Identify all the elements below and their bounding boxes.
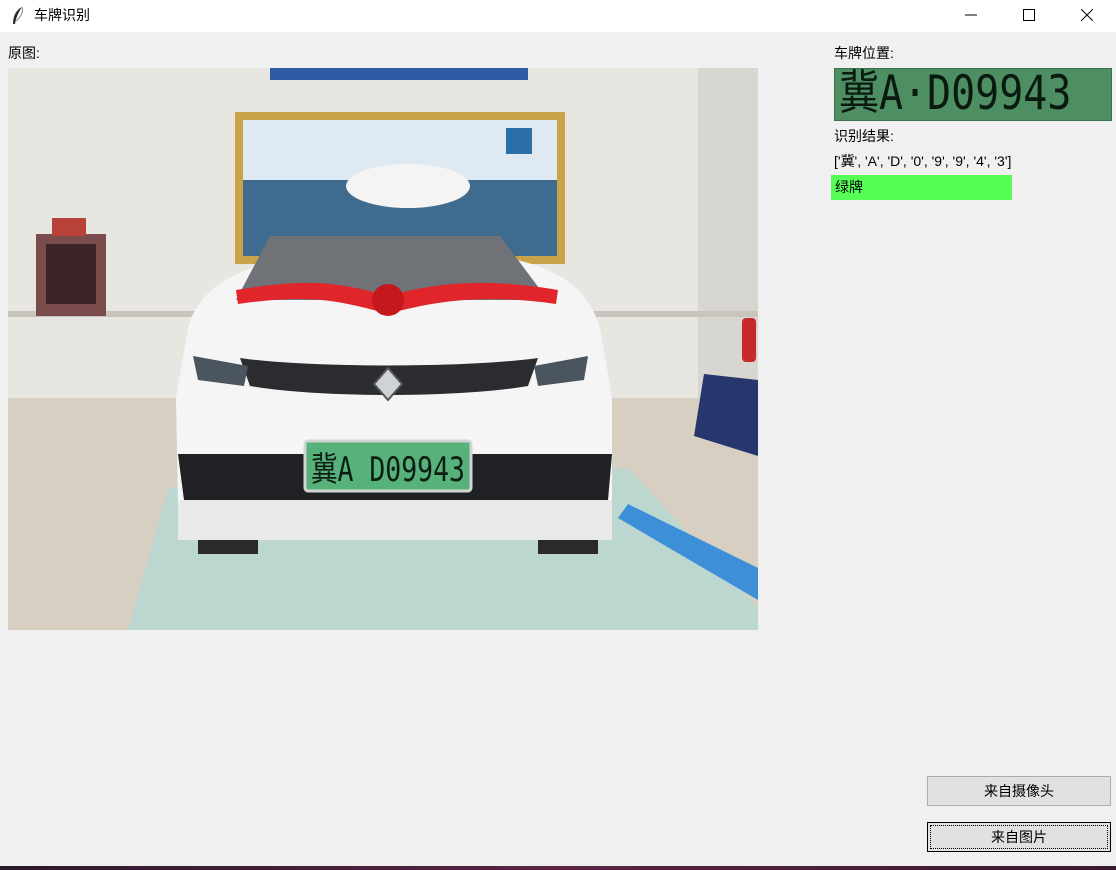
- focus-ring: [930, 825, 1108, 849]
- original-image-label: 原图:: [8, 45, 40, 61]
- minimize-button[interactable]: [948, 0, 994, 30]
- from-image-button[interactable]: 来自图片: [927, 822, 1111, 852]
- close-icon: [1081, 9, 1093, 21]
- plate-crop-image: 冀A·D09943: [834, 68, 1112, 121]
- result-label: 识别结果:: [834, 128, 894, 144]
- recognized-chars: ['冀', 'A', 'D', '0', '9', '9', '4', '3']: [834, 153, 1012, 169]
- title-bar: 车牌识别: [0, 0, 1116, 32]
- close-button[interactable]: [1064, 0, 1110, 30]
- plate-crop-text: 冀A·D09943: [839, 68, 1072, 121]
- original-car-photo: 冀A D09943: [8, 68, 758, 630]
- feather-icon: [10, 6, 26, 26]
- maximize-icon: [1023, 9, 1035, 21]
- window-title: 车牌识别: [34, 7, 90, 23]
- taskbar-edge: [0, 866, 1116, 870]
- photo-plate-text: 冀A D09943: [311, 450, 465, 490]
- plate-location-label: 车牌位置:: [834, 45, 894, 61]
- from-camera-button[interactable]: 来自摄像头: [927, 776, 1111, 806]
- minimize-icon: [965, 14, 977, 16]
- plate-color-badge: 绿牌: [831, 175, 1012, 200]
- maximize-button[interactable]: [1006, 0, 1052, 30]
